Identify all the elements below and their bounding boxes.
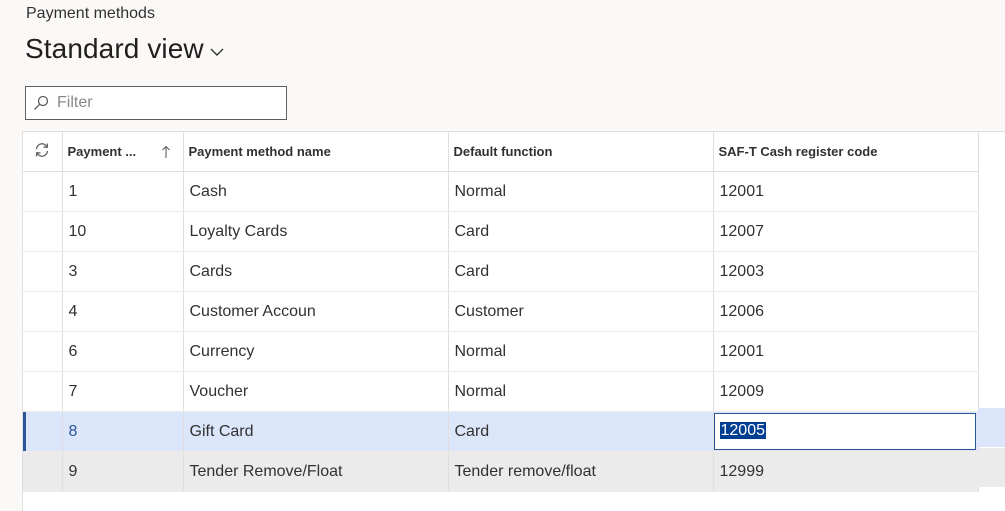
payment-id-cell[interactable]: 8	[62, 411, 184, 452]
row-selector[interactable]	[23, 451, 63, 492]
saf-t-code-cell[interactable]: 12001	[713, 331, 979, 372]
table-row-selected[interactable]: 8 Gift Card Card 12005	[23, 411, 979, 452]
saf-t-code-cell[interactable]: 12006	[713, 291, 979, 332]
payment-id-cell[interactable]: 4	[62, 291, 184, 332]
payment-id-cell[interactable]: 3	[62, 251, 184, 292]
payment-name-cell[interactable]: Cards	[183, 251, 449, 292]
payment-id-cell[interactable]: 9	[62, 451, 184, 492]
selected-row-extension	[978, 408, 1005, 447]
table-row[interactable]: 10 Loyalty Cards Card 12007	[23, 211, 979, 252]
column-header-default-function[interactable]: Default function	[448, 132, 714, 172]
table-row[interactable]: 7 Voucher Normal 12009	[23, 371, 979, 412]
row-selector[interactable]	[23, 411, 63, 452]
saf-t-code-cell[interactable]: 12007	[713, 211, 979, 252]
table-row[interactable]: 1 Cash Normal 12001	[23, 171, 979, 212]
payment-name-cell[interactable]: Loyalty Cards	[183, 211, 449, 252]
row-selector[interactable]	[23, 171, 63, 212]
row-selector[interactable]	[23, 251, 63, 292]
row-selector[interactable]	[23, 371, 63, 412]
default-function-cell[interactable]: Tender remove/float	[448, 451, 714, 492]
payment-name-cell[interactable]: Cash	[183, 171, 449, 212]
table-row[interactable]: 4 Customer Accoun Customer 12006	[23, 291, 979, 332]
payment-id-cell[interactable]: 10	[62, 211, 184, 252]
default-function-cell[interactable]: Card	[448, 251, 714, 292]
filter-box[interactable]	[25, 86, 287, 120]
default-function-cell[interactable]: Card	[448, 411, 714, 452]
table-row[interactable]: 6 Currency Normal 12001	[23, 331, 979, 372]
sort-ascending-icon[interactable]	[161, 145, 171, 159]
row-selector[interactable]	[23, 331, 63, 372]
table-row[interactable]: 3 Cards Card 12003	[23, 251, 979, 292]
header-row: Payment ... Payment method name Default …	[23, 132, 979, 172]
saf-t-code-cell[interactable]: 12999	[713, 451, 979, 492]
payment-name-cell[interactable]: Voucher	[183, 371, 449, 412]
selected-text: 12005	[719, 422, 766, 439]
default-function-cell[interactable]: Normal	[448, 171, 714, 212]
column-header-payment-method-name[interactable]: Payment method name	[183, 132, 449, 172]
saf-t-code-cell[interactable]: 12001	[713, 171, 979, 212]
payment-methods-grid: Payment ... Payment method name Default …	[22, 131, 1005, 511]
table-row[interactable]: 9 Tender Remove/Float Tender remove/floa…	[23, 451, 979, 492]
column-header-payment[interactable]: Payment ...	[62, 132, 184, 172]
row-selector[interactable]	[23, 291, 63, 332]
default-function-cell[interactable]: Normal	[448, 331, 714, 372]
default-function-cell[interactable]: Card	[448, 211, 714, 252]
view-title: Standard view	[25, 33, 204, 64]
default-function-cell[interactable]: Customer	[448, 291, 714, 332]
row-selector[interactable]	[23, 211, 63, 252]
refresh-icon[interactable]	[33, 141, 51, 159]
column-header-saf-t-code[interactable]: SAF-T Cash register code	[713, 132, 979, 172]
payment-id-cell[interactable]: 6	[62, 331, 184, 372]
payment-name-cell[interactable]: Tender Remove/Float	[183, 451, 449, 492]
breadcrumb: Payment methods	[26, 5, 155, 22]
payment-id-cell[interactable]: 7	[62, 371, 184, 412]
payment-id-cell[interactable]: 1	[62, 171, 184, 212]
chevron-down-icon	[210, 48, 224, 56]
alt-row-extension	[978, 448, 1005, 487]
saf-t-code-cell[interactable]: 12003	[713, 251, 979, 292]
default-function-cell[interactable]: Normal	[448, 371, 714, 412]
search-icon	[34, 95, 49, 110]
select-all-column[interactable]	[23, 132, 63, 172]
saf-t-code-cell[interactable]: 12009	[713, 371, 979, 412]
saf-t-code-input[interactable]: 12005	[713, 413, 976, 450]
view-selector[interactable]: Standard view	[25, 33, 224, 65]
filter-input[interactable]	[55, 93, 279, 113]
column-header-label: Payment ...	[67, 144, 137, 159]
payment-name-cell[interactable]: Currency	[183, 331, 449, 372]
payment-name-cell[interactable]: Customer Accoun	[183, 291, 449, 332]
saf-t-code-cell[interactable]: 12005	[713, 411, 979, 452]
payment-name-cell[interactable]: Gift Card	[183, 411, 449, 452]
